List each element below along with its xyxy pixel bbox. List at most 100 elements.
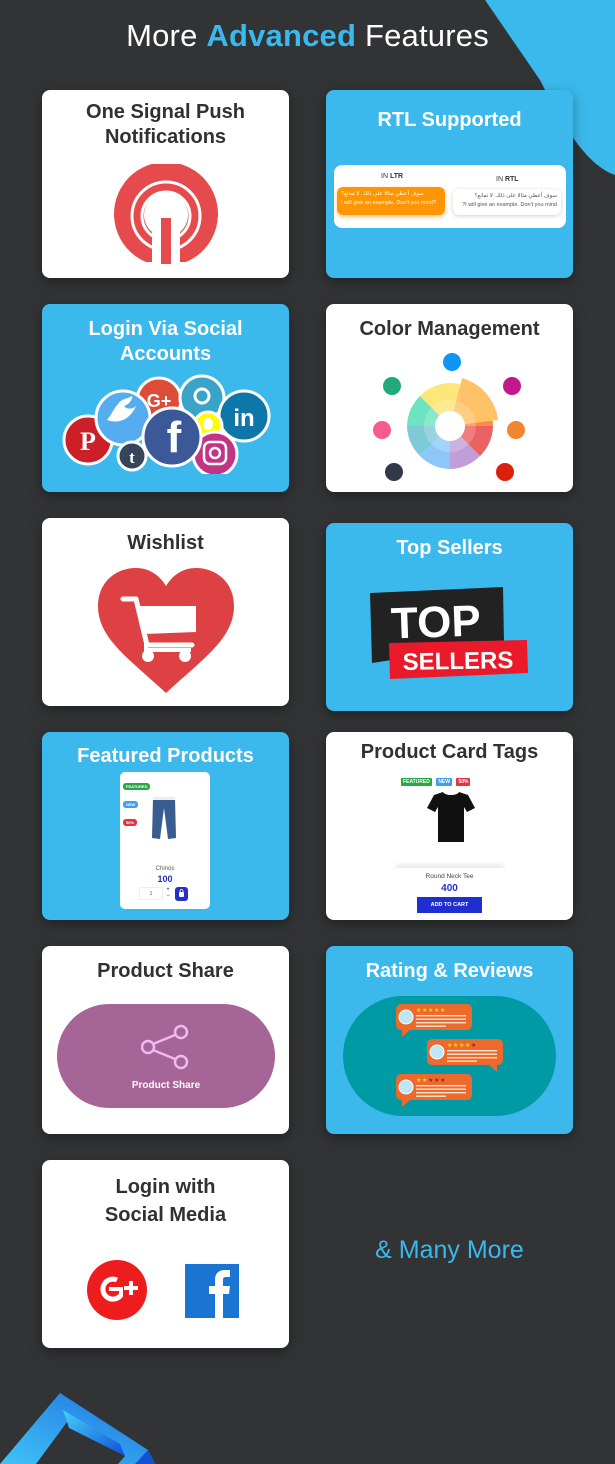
rating-star: ★ <box>440 1077 445 1084</box>
review-text-line <box>416 1015 466 1017</box>
ltr-label: IN LTR <box>381 173 404 180</box>
rtl-demo-panel: IN LTR IN RTL ?سوف أعطي مثالا على ذلك. ل… <box>334 165 566 228</box>
review-text-line <box>447 1050 497 1052</box>
product-name: Round Neck Tee <box>425 873 474 880</box>
rating-star: ★ <box>416 1077 421 1084</box>
card-title: Color Management <box>359 318 540 340</box>
product-card[interactable]: FEATURED NEW 50% Chinos 100 1 + − <box>120 772 210 909</box>
rating-star: ★ <box>434 1007 439 1014</box>
tag-discount: 50% <box>456 778 471 786</box>
reviewer-avatar <box>398 1009 414 1025</box>
add-to-cart-button[interactable] <box>175 887 188 901</box>
tag-featured: FEATURED <box>401 778 432 786</box>
feature-card-rating-reviews: Rating & Reviews ★ ★ ★ ★ ★ ★ ★ ★ ★ ★ ★ ★ ★ ★ ★ <box>326 946 573 1134</box>
card-title-line: Accounts <box>119 343 212 365</box>
review-text-line <box>416 1092 466 1094</box>
card-title: Login with Social Media <box>42 1173 289 1229</box>
svg-text:t: t <box>129 448 135 467</box>
ltr-message-bubble: ?سوف أعطي مثالا على ذلك. لا تمانع I will… <box>337 187 445 215</box>
feature-card-product-share: Product Share Product Share <box>42 946 289 1134</box>
card-title-line: One Signal Push <box>86 101 245 123</box>
card-title: RTL Supported <box>377 109 522 131</box>
social-bubbles-icon: G+ in P t f <box>62 374 271 474</box>
pants-image <box>152 797 176 839</box>
card-title: Featured Products <box>77 745 254 767</box>
card-title: One Signal Push Notifications <box>42 100 289 150</box>
review-text-line <box>447 1057 497 1059</box>
product-tags: FEATURED NEW 50% <box>401 770 471 788</box>
review-bubble-tail <box>402 1100 410 1107</box>
rating-star: ★ <box>422 1007 427 1014</box>
bubble-english-text: ?I will give an example. Don't you mind <box>462 202 557 208</box>
feature-card-product-card-tags: Product Card Tags FEATURED NEW 50% Round… <box>326 732 573 920</box>
decorative-logo-shape <box>0 1393 155 1464</box>
share-icon <box>141 1024 189 1070</box>
product-price: 100 <box>157 874 173 884</box>
feature-card-featured-products: Featured Products FEATURED NEW 50% Chino… <box>42 732 289 920</box>
svg-text:P: P <box>80 427 96 456</box>
facebook-icon[interactable] <box>185 1264 239 1318</box>
reviews-illustration: ★ ★ ★ ★ ★★ ★ ★ ★ ★★ ★ ★ ★ ★ <box>396 1004 503 1107</box>
product-name: Chinos <box>155 866 175 872</box>
review-text-line <box>416 1095 446 1097</box>
card-title: Product Card Tags <box>360 741 539 763</box>
review-bubble-tail <box>402 1030 410 1037</box>
rtl-message-bubble: سوف أعطي مثالا على ذلك. لا تمانع؟ ?I wil… <box>453 189 561 215</box>
reviewer-avatar <box>398 1079 414 1095</box>
card-title-line: Social Media <box>104 1204 227 1226</box>
product-share-button[interactable]: Product Share <box>57 1004 275 1108</box>
product-tags: FEATURED NEW 50% <box>123 775 153 829</box>
feature-card-wishlist: Wishlist <box>42 518 289 706</box>
feature-card-rtl: RTL Supported IN LTR IN RTL ?سوف أعطي مث… <box>326 90 573 278</box>
rating-star: ★ <box>459 1042 464 1049</box>
heart-cart-icon <box>98 568 234 693</box>
rating-star: ★ <box>447 1042 452 1049</box>
rating-star: ★ <box>440 1007 445 1014</box>
svg-text:f: f <box>167 413 182 462</box>
tag-new: NEW <box>123 801 139 808</box>
card-title-line: Login with <box>115 1176 216 1198</box>
card-title: Product Share <box>97 960 234 982</box>
bubble-english-text: I will give an example. Don't you mind? <box>341 200 436 206</box>
tag-discount: 50% <box>123 819 138 826</box>
review-text-line <box>416 1018 466 1020</box>
rating-star: ★ <box>453 1042 458 1049</box>
review-text-line <box>447 1060 477 1062</box>
rating-star: ★ <box>465 1042 470 1049</box>
page-title: More Advanced Features <box>0 18 615 54</box>
top-sellers-badge: TOP SELLERS <box>370 587 528 679</box>
reviewer-avatar <box>429 1044 445 1060</box>
title-prefix: More <box>126 18 198 53</box>
rating-star: ★ <box>434 1077 439 1084</box>
feature-card-color-management: Color Management <box>326 304 573 492</box>
tag-new: NEW <box>436 778 452 786</box>
product-price: 400 <box>441 883 458 894</box>
review-text-line <box>447 1053 497 1055</box>
svg-text:SELLERS: SELLERS <box>402 647 513 676</box>
tag-featured: FEATURED <box>123 783 151 790</box>
add-to-cart-button[interactable]: ADD TO CART <box>417 897 482 913</box>
decrement-button[interactable]: − <box>164 893 172 899</box>
review-text-line <box>416 1022 466 1024</box>
review-text-line <box>416 1085 466 1087</box>
quantity-stepper[interactable]: + − <box>164 887 172 900</box>
card-title: Rating & Reviews <box>365 960 534 982</box>
title-suffix: Features <box>364 18 489 53</box>
google-plus-icon[interactable] <box>87 1260 147 1320</box>
card-title: Wishlist <box>127 532 204 554</box>
feature-card-social-login: Login with Social Media <box>42 1160 289 1348</box>
many-more-label: & Many More <box>375 1236 524 1264</box>
bubble-arabic-text: سوف أعطي مثالا على ذلك. لا تمانع؟ <box>474 193 557 199</box>
card-title: Top Sellers <box>396 537 503 559</box>
color-wheel-icon <box>373 353 525 481</box>
feature-card-onesignal: One Signal Push Notifications <box>42 90 289 278</box>
svg-text:in: in <box>233 405 254 432</box>
share-button-label: Product Share <box>131 1080 201 1091</box>
svg-text:TOP: TOP <box>390 596 481 648</box>
card-title: Login Via Social Accounts <box>42 317 289 367</box>
feature-card-top-sellers: Top Sellers TOP SELLERS <box>326 523 573 711</box>
onesignal-bell-icon <box>114 164 218 264</box>
rating-star: ★ <box>471 1042 476 1049</box>
review-bubble-tail <box>489 1065 497 1072</box>
quantity-input[interactable]: 1 <box>139 887 163 900</box>
